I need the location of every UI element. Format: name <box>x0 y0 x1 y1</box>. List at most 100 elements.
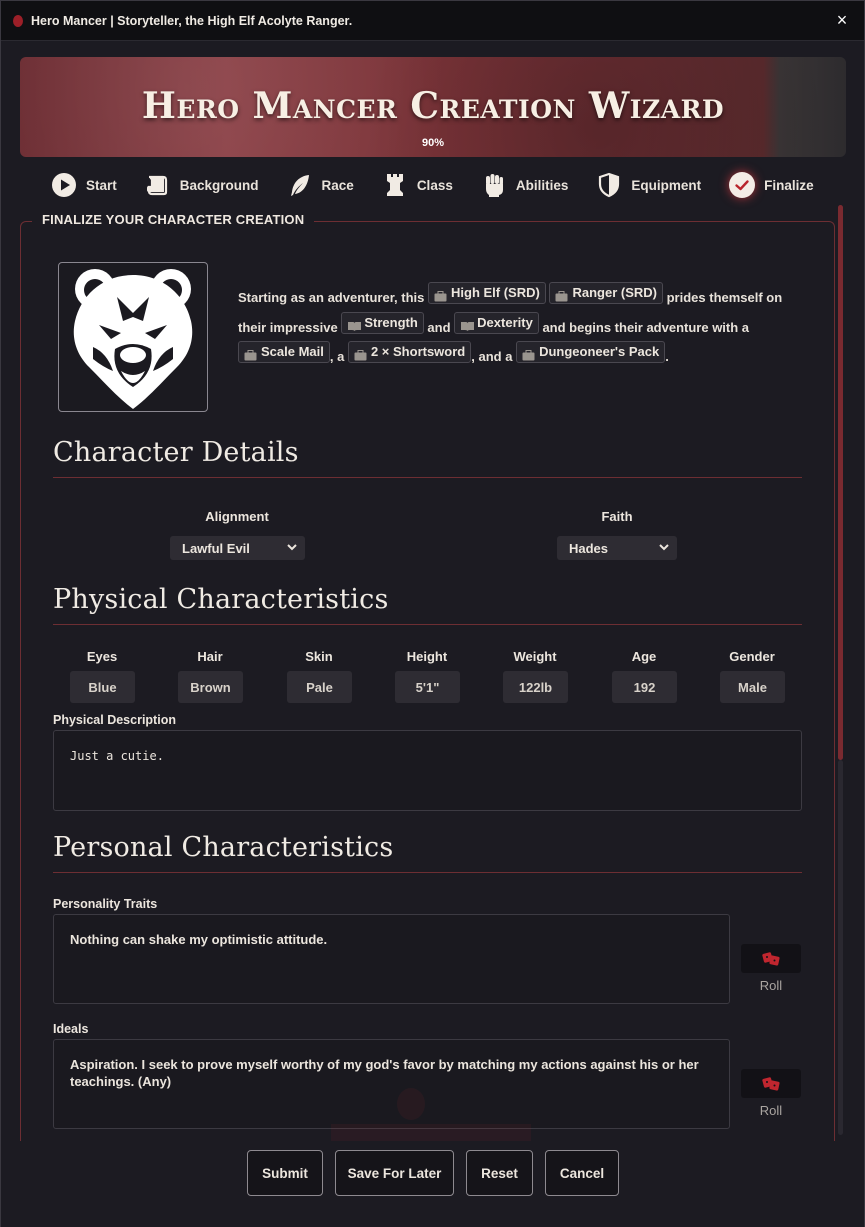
summary-text: . <box>665 349 669 364</box>
scrollbar-track[interactable] <box>838 760 843 1135</box>
weight-input[interactable]: 122lb <box>503 671 568 703</box>
title-bar[interactable]: Hero Mancer | Storyteller, the High Elf … <box>1 1 864 41</box>
tab-label: Start <box>86 177 117 193</box>
play-icon <box>51 172 77 198</box>
tab-equipment[interactable]: Equipment <box>596 172 701 198</box>
class-label: Ranger (SRD) <box>572 285 657 300</box>
physical-description-label: Physical Description <box>53 713 176 727</box>
faith-select[interactable]: Hades <box>557 536 677 560</box>
alignment-value: Lawful Evil <box>182 540 250 556</box>
briefcase-icon <box>555 288 568 302</box>
personality-traits-input[interactable]: Nothing can shake my optimistic attitude… <box>53 914 730 1004</box>
divider <box>53 872 802 873</box>
tab-label: Race <box>321 177 354 193</box>
hair-input[interactable]: Brown <box>178 671 243 703</box>
briefcase-icon <box>354 347 367 361</box>
save-for-later-button[interactable]: Save For Later <box>335 1150 454 1196</box>
divider <box>53 624 802 625</box>
tab-race[interactable]: Race <box>287 172 354 198</box>
summary-text: , and a <box>471 349 513 364</box>
fist-icon <box>481 172 507 198</box>
chevron-down-icon <box>659 543 669 554</box>
hair-label: Hair <box>197 649 223 664</box>
item-link-scale-mail[interactable]: Scale Mail <box>238 341 330 363</box>
tab-start[interactable]: Start <box>51 172 117 198</box>
banner-title: Hero Mancer Creation Wizard <box>141 85 725 127</box>
banner: Hero Mancer Creation Wizard 90% <box>20 57 846 157</box>
eyes-input[interactable]: Blue <box>70 671 135 703</box>
app-icon <box>13 14 23 27</box>
weight-label: Weight <box>513 649 557 664</box>
chess-rook-icon <box>382 172 408 198</box>
progress-label: 90% <box>421 137 445 149</box>
faith-value: Hades <box>569 540 609 556</box>
tab-label: Background <box>179 177 259 193</box>
item-label: 2 × Shortsword <box>370 344 466 359</box>
item-label: Scale Mail <box>261 344 324 359</box>
ability-link-dexterity[interactable]: Dexterity <box>454 311 539 334</box>
scroll-icon <box>145 172 171 198</box>
gender-input[interactable]: Male <box>720 671 785 703</box>
tab-class[interactable]: Class <box>382 172 453 198</box>
dice-icon <box>762 951 780 966</box>
briefcase-icon <box>244 347 257 361</box>
wizard-steps: Start Background Race Class Abilities Eq… <box>51 169 821 201</box>
item-link-dungeoneers-pack[interactable]: Dungeoneer's Pack <box>516 341 666 363</box>
roll-ideals-button[interactable] <box>741 1069 801 1098</box>
watermark-logo <box>331 1088 531 1141</box>
roll-label: Roll <box>759 978 783 993</box>
personality-traits-label: Personality Traits <box>53 897 158 911</box>
shield-icon <box>596 172 622 198</box>
roll-label: Roll <box>759 1103 783 1118</box>
summary-text: and begins their adventure with a <box>542 319 750 335</box>
age-label: Age <box>631 649 657 664</box>
age-input[interactable]: 192 <box>612 671 677 703</box>
ability-link-strength[interactable]: Strength <box>341 311 424 334</box>
alignment-select[interactable]: Lawful Evil <box>170 536 305 560</box>
eyes-label: Eyes <box>86 649 118 664</box>
summary-text: and <box>427 319 451 335</box>
faith-label: Faith <box>601 509 633 524</box>
alignment-label: Alignment <box>205 509 269 524</box>
item-label: Dungeoneer's Pack <box>539 344 660 359</box>
scrollbar-thumb[interactable] <box>838 205 843 760</box>
ability-label: Strength <box>364 314 418 330</box>
check-icon <box>729 172 756 198</box>
tab-finalize[interactable]: Finalize <box>729 172 814 198</box>
tab-label: Equipment <box>631 177 702 193</box>
cancel-button[interactable]: Cancel <box>545 1150 619 1196</box>
dice-icon <box>762 1076 780 1091</box>
reset-button[interactable]: Reset <box>466 1150 533 1196</box>
divider <box>53 477 802 478</box>
summary-text: Starting as an adventurer, this <box>238 290 425 305</box>
feather-icon <box>287 172 313 198</box>
item-link-shortsword[interactable]: 2 × Shortsword <box>347 341 472 363</box>
close-icon[interactable]: × <box>832 10 852 31</box>
tab-abilities[interactable]: Abilities <box>481 172 569 198</box>
window-title: Hero Mancer | Storyteller, the High Elf … <box>31 13 353 28</box>
character-summary: Starting as an adventurer, this High Elf… <box>238 282 798 371</box>
book-icon <box>460 318 475 331</box>
height-input[interactable]: 5'1" <box>395 671 460 703</box>
character-portrait[interactable] <box>58 262 208 412</box>
skin-label: Skin <box>305 649 333 664</box>
race-label: High Elf (SRD) <box>451 285 540 300</box>
ideals-label: Ideals <box>53 1022 89 1036</box>
briefcase-icon <box>522 347 535 361</box>
race-link[interactable]: High Elf (SRD) <box>428 282 546 304</box>
physical-characteristics-heading: Physical Characteristics <box>53 584 389 615</box>
tab-background[interactable]: Background <box>145 172 259 198</box>
chevron-down-icon <box>287 543 297 554</box>
gender-label: Gender <box>729 649 775 664</box>
class-link[interactable]: Ranger (SRD) <box>549 282 663 304</box>
physical-description-input[interactable]: Just a cutie. <box>53 730 802 811</box>
skin-input[interactable]: Pale <box>287 671 352 703</box>
bear-portrait-icon <box>73 269 193 409</box>
personal-characteristics-heading: Personal Characteristics <box>53 832 394 863</box>
roll-traits-button[interactable] <box>741 944 801 973</box>
summary-text: , a <box>329 349 345 364</box>
briefcase-icon <box>434 288 447 302</box>
tab-label: Abilities <box>515 177 569 193</box>
submit-button[interactable]: Submit <box>247 1150 323 1196</box>
panel-legend: FINALIZE YOUR CHARACTER CREATION <box>32 212 315 227</box>
